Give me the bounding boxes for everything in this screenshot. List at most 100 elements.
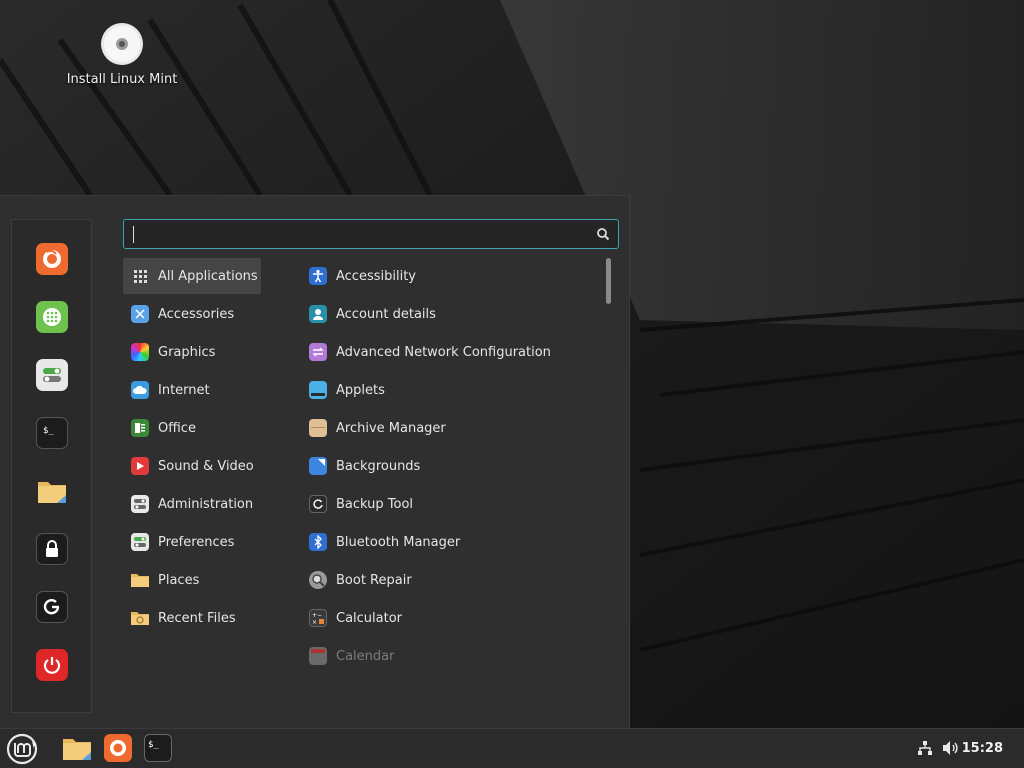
panel-launcher-firefox[interactable] <box>103 733 133 763</box>
application-menu: $_ All Applications Accessories Graphics… <box>0 195 630 728</box>
category-label: Preferences <box>158 534 235 550</box>
app-label: Applets <box>336 382 385 398</box>
app-archive-manager[interactable]: Archive Manager <box>301 410 601 446</box>
app-label: Accessibility <box>336 268 416 284</box>
category-label: Internet <box>158 382 210 398</box>
panel-launcher-terminal[interactable]: $_ <box>143 733 173 763</box>
app-boot-repair[interactable]: Boot Repair <box>301 562 601 598</box>
menu-button[interactable] <box>4 731 40 767</box>
calendar-icon <box>309 647 327 665</box>
tray-network[interactable] <box>911 733 939 763</box>
category-label: Administration <box>158 496 254 512</box>
bluetooth-icon <box>309 533 327 551</box>
search-icon <box>597 228 610 241</box>
grid-icon <box>131 267 149 285</box>
network-icon <box>918 741 932 755</box>
app-label: Advanced Network Configuration <box>336 344 551 360</box>
folder-icon <box>63 739 91 760</box>
backgrounds-icon <box>309 457 327 475</box>
category-label: Accessories <box>158 306 235 322</box>
category-accessories[interactable]: Accessories <box>123 296 293 332</box>
favorite-shutdown[interactable] <box>36 649 68 681</box>
app-label: Calculator <box>336 610 403 626</box>
category-label: Sound & Video <box>158 458 254 474</box>
app-label: Backup Tool <box>336 496 414 512</box>
favorite-settings[interactable] <box>36 359 68 391</box>
terminal-icon: $_ <box>43 426 54 436</box>
mint-logo-icon <box>6 733 38 765</box>
app-label: Backgrounds <box>336 458 421 474</box>
app-advanced-network-configuration[interactable]: Advanced Network Configuration <box>301 334 601 370</box>
text-caret <box>133 226 134 243</box>
terminal-icon: $_ <box>144 734 172 762</box>
category-internet[interactable]: Internet <box>123 372 293 408</box>
volume-icon <box>943 741 958 755</box>
logout-icon <box>43 599 60 615</box>
favorite-logout[interactable] <box>36 591 68 623</box>
disc-icon <box>100 22 144 66</box>
folder-icon <box>38 482 66 503</box>
favorite-terminal[interactable]: $_ <box>36 417 68 449</box>
network-config-icon <box>309 343 327 361</box>
folder-icon <box>131 571 149 589</box>
search-input[interactable] <box>132 224 591 246</box>
desktop-icon-install-linux-mint[interactable]: Install Linux Mint <box>62 22 182 87</box>
app-backup-tool[interactable]: Backup Tool <box>301 486 601 522</box>
favorite-lock-screen[interactable] <box>36 533 68 565</box>
app-backgrounds[interactable]: Backgrounds <box>301 448 601 484</box>
app-account-details[interactable]: Account details <box>301 296 601 332</box>
app-list-scrollbar[interactable] <box>606 258 611 304</box>
app-accessibility[interactable]: Accessibility <box>301 258 601 294</box>
category-places[interactable]: Places <box>123 562 293 598</box>
app-applets[interactable]: Applets <box>301 372 601 408</box>
account-icon <box>309 305 327 323</box>
app-bluetooth-manager[interactable]: Bluetooth Manager <box>301 524 601 560</box>
power-icon <box>43 657 61 674</box>
software-manager-icon <box>43 308 61 326</box>
favorite-software-manager[interactable] <box>36 301 68 333</box>
app-label: Bluetooth Manager <box>336 534 461 550</box>
category-recent-files[interactable]: Recent Files <box>123 600 293 636</box>
favorite-firefox[interactable] <box>36 243 68 275</box>
category-label: Office <box>158 420 196 436</box>
category-administration[interactable]: Administration <box>123 486 293 522</box>
panel-launcher-files[interactable] <box>62 733 92 763</box>
graphics-icon <box>131 343 149 361</box>
toggles-icon <box>43 368 61 382</box>
app-label: Boot Repair <box>336 572 412 588</box>
category-all-applications[interactable]: All Applications <box>123 258 261 294</box>
calculator-icon: +− × <box>309 609 327 627</box>
prefs-icon <box>131 533 149 551</box>
panel-clock[interactable]: 15:28 <box>962 741 1003 756</box>
play-icon <box>131 457 149 475</box>
search-box[interactable] <box>123 219 619 249</box>
svg-text:$_: $_ <box>43 426 54 436</box>
accessibility-icon <box>309 267 327 285</box>
category-label: All Applications <box>158 268 258 284</box>
svg-text:$_: $_ <box>148 740 159 750</box>
recent-folder-icon <box>131 609 149 627</box>
category-label: Recent Files <box>158 610 236 626</box>
svg-text:×: × <box>312 619 317 625</box>
boot-repair-icon <box>309 571 327 589</box>
app-calendar[interactable]: Calendar <box>301 638 601 674</box>
desktop-icon-label: Install Linux Mint <box>66 72 178 87</box>
category-office[interactable]: Office <box>123 410 293 446</box>
app-label: Calendar <box>336 648 395 664</box>
bottom-panel: $_ 15:28 <box>0 728 1024 768</box>
office-icon <box>131 419 149 437</box>
category-preferences[interactable]: Preferences <box>123 524 293 560</box>
app-calculator[interactable]: +− × Calculator <box>301 600 601 636</box>
scissors-icon <box>131 305 149 323</box>
firefox-icon <box>43 249 61 268</box>
applets-icon <box>309 381 327 399</box>
app-label: Archive Manager <box>336 420 446 436</box>
category-list: All Applications Accessories Graphics In… <box>123 258 293 638</box>
backup-icon <box>309 495 327 513</box>
application-list: Accessibility Account details Advanced N… <box>301 258 601 676</box>
firefox-icon <box>104 734 132 762</box>
archive-icon <box>309 419 327 437</box>
category-graphics[interactable]: Graphics <box>123 334 293 370</box>
category-sound-video[interactable]: Sound & Video <box>123 448 293 484</box>
favorite-files[interactable] <box>36 475 68 507</box>
